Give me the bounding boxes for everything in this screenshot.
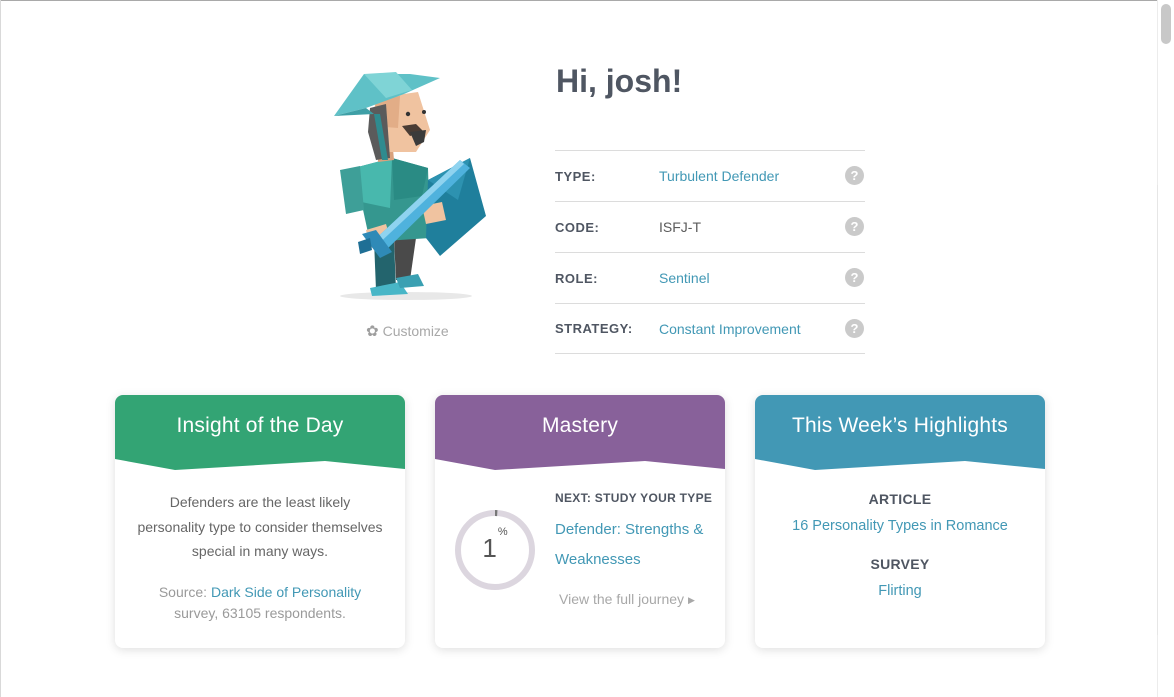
strategy-label: STRATEGY:: [555, 321, 633, 336]
profile-row-role: ROLE: Sentinel ?: [555, 252, 865, 303]
scroll-track-line: [1157, 185, 1158, 635]
profile-table: TYPE: Turbulent Defender ? CODE: ISFJ-T …: [555, 150, 865, 354]
defender-avatar-illustration: [330, 68, 490, 304]
window-top-border: [0, 0, 1174, 1]
mastery-card: Mastery 1% NEXT: STUDY YOUR TYPE Defende…: [435, 395, 725, 648]
customize-label: Customize: [382, 323, 449, 339]
help-icon[interactable]: ?: [845, 217, 864, 236]
mastery-progress-value: 1%: [453, 526, 537, 564]
article-link[interactable]: 16 Personality Types in Romance: [755, 518, 1045, 534]
window-left-border: [0, 0, 1, 697]
insight-card: Insight of the Day Defenders are the lea…: [115, 395, 405, 648]
profile-row-code: CODE: ISFJ-T ?: [555, 201, 865, 252]
gear-icon: ✿: [366, 323, 379, 340]
scrollbar-thumb[interactable]: [1161, 4, 1171, 44]
source-prefix: Source:: [158, 584, 211, 600]
greeting-heading: Hi, josh!: [556, 63, 683, 99]
help-icon[interactable]: ?: [845, 319, 864, 338]
mastery-title: Mastery: [541, 414, 619, 437]
type-label: TYPE:: [555, 168, 596, 184]
next-step-label: NEXT: STUDY YOUR TYPE: [555, 491, 713, 505]
highlights-title: This Week’s Highlights: [791, 414, 1009, 437]
role-link[interactable]: Sentinel: [659, 270, 710, 286]
type-link[interactable]: Turbulent Defender: [659, 168, 779, 184]
highlights-card: This Week’s Highlights ARTICLE 16 Person…: [755, 395, 1045, 648]
article-label: ARTICLE: [868, 491, 932, 507]
highlights-card-header: This Week’s Highlights: [755, 395, 1045, 471]
next-step-link[interactable]: Defender: Strengths & Weaknesses: [555, 515, 705, 575]
survey-label: SURVEY: [870, 556, 930, 572]
profile-row-strategy: STRATEGY: Constant Improvement ?: [555, 303, 865, 354]
survey-link[interactable]: Flirting: [755, 583, 1045, 599]
progress-number: 1: [482, 533, 497, 563]
caret-right-icon: ▶: [687, 595, 695, 605]
view-journey-link[interactable]: View the full journey ▶: [559, 591, 695, 607]
help-icon[interactable]: ?: [845, 268, 864, 287]
customize-button[interactable]: ✿ Customize: [366, 322, 449, 340]
role-label: ROLE:: [555, 270, 598, 286]
journey-label: View the full journey: [559, 591, 685, 607]
source-link[interactable]: Dark Side of Personality: [211, 584, 361, 600]
mastery-card-header: Mastery: [435, 395, 725, 471]
progress-unit: %: [497, 526, 508, 539]
code-value: ISFJ-T: [659, 219, 701, 235]
insight-title: Insight of the Day: [176, 414, 344, 437]
source-suffix: survey, 63105 respondents.: [174, 605, 346, 621]
code-label: CODE:: [555, 219, 600, 235]
help-icon[interactable]: ?: [845, 166, 864, 185]
insight-source: Source: Dark Side of Personality survey,…: [135, 582, 385, 624]
insight-text: Defenders are the least likely personali…: [137, 494, 383, 559]
page-scrollbar[interactable]: [1157, 0, 1174, 697]
insight-card-header: Insight of the Day: [115, 395, 405, 471]
profile-row-type: TYPE: Turbulent Defender ?: [555, 150, 865, 201]
strategy-link[interactable]: Constant Improvement: [659, 321, 801, 337]
